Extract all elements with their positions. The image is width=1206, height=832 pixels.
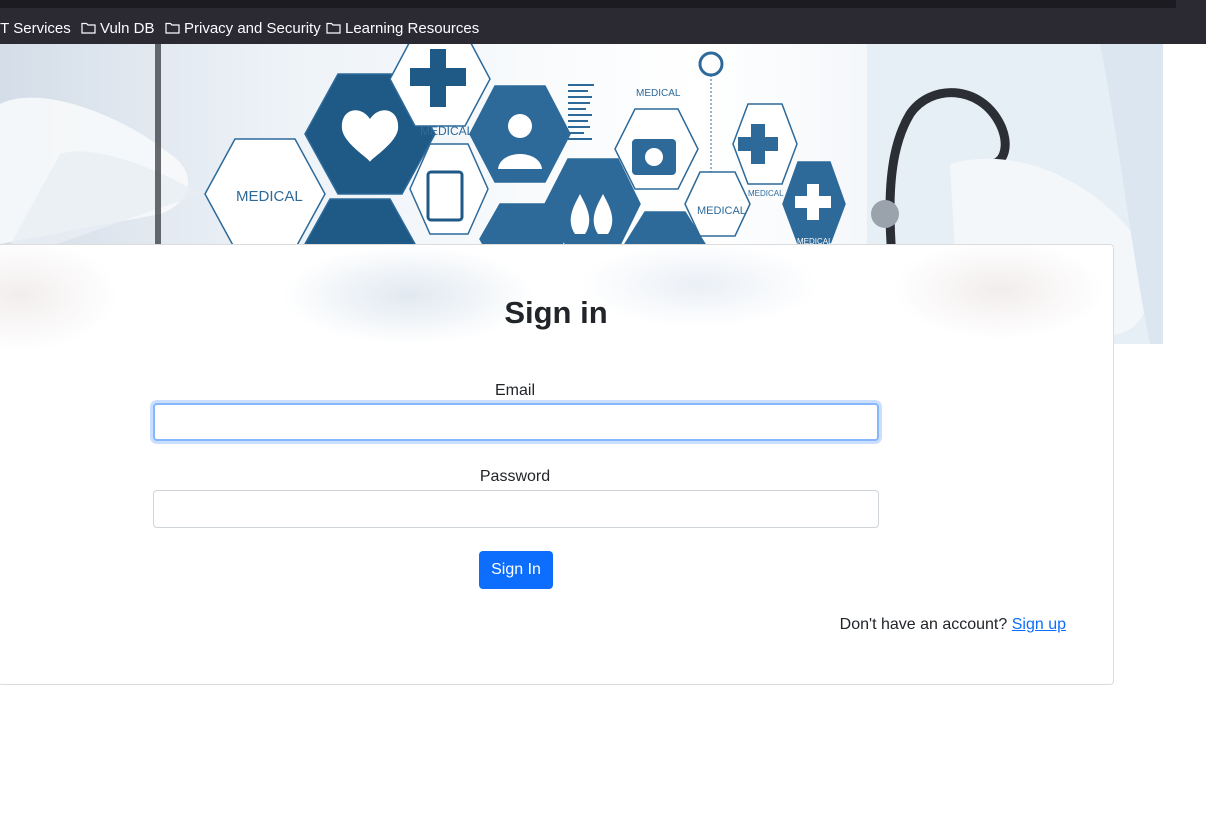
signin-card: Sign in Email Password Sign In Don't hav… [0,244,1114,685]
signup-prompt: Don't have an account? Sign up [840,616,1066,634]
password-label: Password [479,468,551,485]
bookmark-label: Learning Resources [345,19,480,37]
bookmark-label: Vuln DB [100,19,155,37]
hex-label: MEDICAL [636,88,681,99]
hex-label: MEDICAL [420,124,474,138]
folder-icon [81,22,96,34]
hex-label: MEDICAL [697,205,746,217]
bookmark-learning-resources[interactable]: Learning Resources [326,18,479,38]
sign-up-link[interactable]: Sign up [1012,616,1066,633]
bookmark-privacy-security[interactable]: Privacy and Security [165,18,321,38]
email-label: Email [494,382,535,399]
signup-prompt-text: Don't have an account? [839,616,1008,633]
folder-icon [326,22,341,34]
password-field[interactable] [153,490,879,528]
folder-icon [165,22,180,34]
page-title: Sign in [504,295,608,330]
bookmark-it-services[interactable]: IT Services [0,18,71,38]
hex-label: MEDICAL [236,188,303,205]
bookmark-label: Privacy and Security [184,19,321,37]
email-field[interactable] [153,403,879,441]
tab-strip-edge [0,0,1176,8]
bookmark-vuln-db[interactable]: Vuln DB [81,18,154,38]
bookmarks-toolbar: IT Services Vuln DB Privacy and Security… [0,0,1206,44]
hex-label: MEDICAL [748,189,784,198]
sign-in-button[interactable]: Sign In [479,551,553,589]
bookmark-label: IT Services [0,19,71,37]
